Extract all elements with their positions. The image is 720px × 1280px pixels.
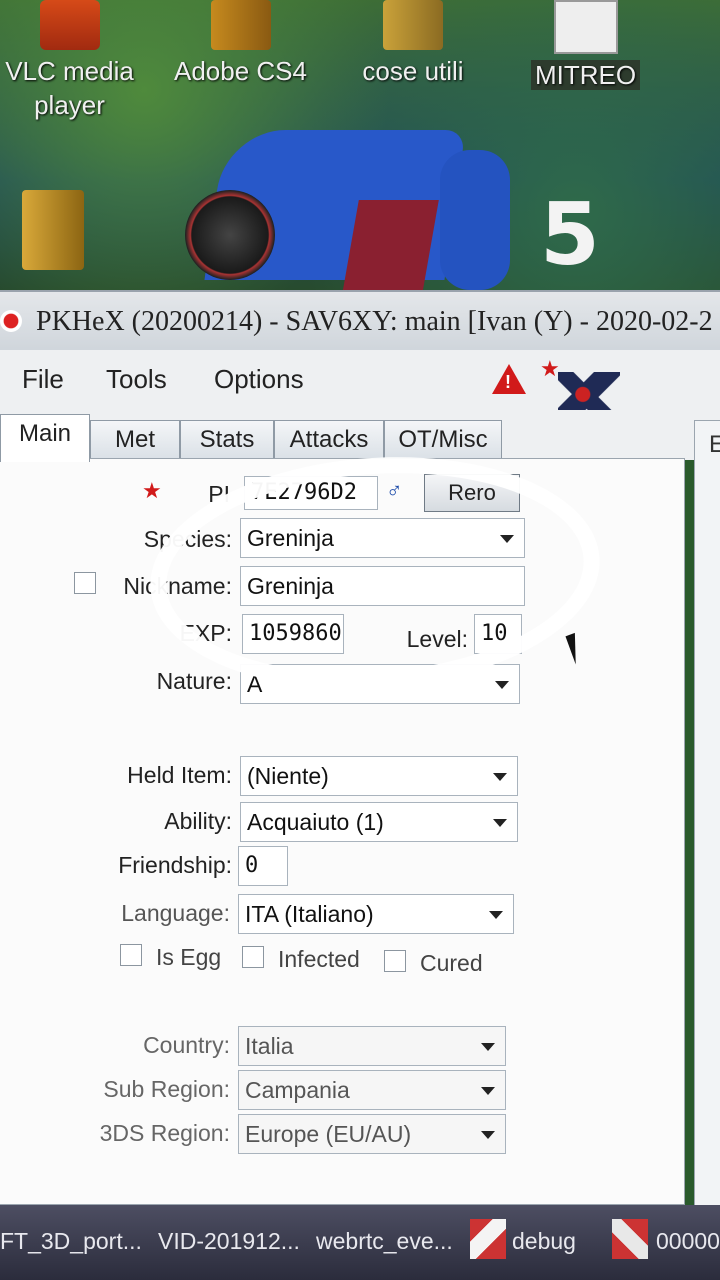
chevron-down-icon: [481, 1087, 495, 1095]
chevron-down-icon: [481, 1131, 495, 1139]
country-label: Country:: [143, 1032, 230, 1058]
nature-label: Nature:: [156, 668, 232, 694]
warning-exclamation-icon: !: [505, 372, 511, 392]
taskbar: FT_3D_port... VID-201912... webrtc_eve..…: [0, 1205, 720, 1280]
level-input[interactable]: 10: [474, 614, 522, 654]
species-value: Greninja: [247, 525, 334, 551]
cured-checkbox[interactable]: [384, 950, 406, 972]
reroll-button[interactable]: Rero: [424, 474, 520, 512]
taskbar-item[interactable]: 00000: [656, 1221, 720, 1261]
desktop-icon-adobe[interactable]: Adobe CS4: [168, 0, 313, 88]
shiny-star-icon: ★: [540, 356, 560, 381]
exp-label: EXP:: [179, 620, 232, 646]
nature-value: A: [247, 671, 263, 697]
taskbar-item[interactable]: debug: [512, 1221, 576, 1261]
right-panel: E: [694, 420, 720, 1212]
desktop-icon-label: MITREO: [530, 60, 641, 90]
chevron-down-icon: [481, 1043, 495, 1051]
taskbar-item[interactable]: VID-201912...: [158, 1221, 300, 1261]
desktop-icon-label: Adobe CS4: [174, 56, 307, 86]
taskbar-item[interactable]: FT_3D_port...: [0, 1221, 142, 1261]
folder-icon[interactable]: [22, 190, 84, 270]
taskbar-item[interactable]: webrtc_eve...: [316, 1221, 453, 1261]
debug-icon: [470, 1219, 506, 1259]
is-egg-label: Is Egg: [156, 944, 222, 970]
language-label: Language:: [121, 900, 230, 926]
language-value: ITA (Italiano): [245, 901, 374, 927]
level-label: Level:: [406, 626, 468, 652]
cured-label: Cured: [420, 950, 483, 976]
folder-icon: [210, 0, 271, 50]
nature-select[interactable]: A: [240, 664, 520, 704]
desktop: 5 VLC media player Adobe CS4 cose utili …: [0, 0, 720, 300]
infected-label: Infected: [278, 946, 360, 972]
menu-options[interactable]: Options: [214, 364, 304, 395]
window-title: PKHeX (20200214) - SAV6XY: main [Ivan (Y…: [36, 306, 713, 337]
tab-stats[interactable]: Stats: [180, 420, 274, 458]
nickname-label: Nickname:: [123, 573, 232, 599]
held-item-value: (Niente): [247, 763, 329, 789]
country-select[interactable]: Italia: [238, 1026, 506, 1066]
sub-region-value: Campania: [245, 1077, 350, 1103]
ability-select[interactable]: Acquaiuto (1): [240, 802, 518, 842]
right-panel-label: E: [709, 431, 720, 458]
male-gender-icon[interactable]: ♂: [386, 478, 403, 504]
nickname-input[interactable]: Greninja: [240, 566, 525, 606]
pid-label: PI: [208, 481, 230, 507]
chevron-down-icon: [493, 819, 507, 827]
region-3ds-select[interactable]: Europe (EU/AU): [238, 1114, 506, 1154]
document-icon: [553, 0, 618, 54]
desktop-icon-label: player: [34, 90, 105, 120]
desktop-icon-cose-utili[interactable]: cose utili: [348, 0, 478, 88]
menu-tools[interactable]: Tools: [106, 364, 167, 395]
nickname-checkbox[interactable]: [74, 572, 96, 594]
chevron-down-icon: [489, 911, 503, 919]
chevron-down-icon: [495, 681, 509, 689]
pid-field[interactable]: 7E2796D2: [244, 476, 378, 510]
vlc-icon: [39, 0, 100, 50]
region-3ds-value: Europe (EU/AU): [245, 1121, 412, 1147]
desktop-icon-label: cose utili: [362, 56, 464, 86]
infected-checkbox[interactable]: [242, 946, 264, 968]
exp-input[interactable]: 1059860: [242, 614, 344, 654]
species-select[interactable]: Greninja: [240, 518, 525, 558]
menu-file[interactable]: File: [22, 364, 64, 395]
tab-main[interactable]: Main: [0, 414, 90, 462]
friendship-input[interactable]: 0: [238, 846, 288, 886]
tab-met[interactable]: Met: [90, 420, 180, 458]
desktop-icon-label: VLC media: [5, 56, 134, 86]
sub-region-label: Sub Region:: [103, 1076, 230, 1102]
held-item-label: Held Item:: [127, 762, 232, 788]
desktop-icon-vlc[interactable]: VLC media player: [2, 0, 137, 122]
pokeball-icon[interactable]: [0, 310, 22, 332]
shiny-star-icon[interactable]: ★: [142, 478, 162, 504]
country-value: Italia: [245, 1033, 294, 1059]
ability-label: Ability:: [164, 808, 232, 834]
is-egg-checkbox[interactable]: [120, 944, 142, 966]
chevron-down-icon: [493, 773, 507, 781]
tab-attacks[interactable]: Attacks: [274, 420, 384, 458]
friendship-label: Friendship:: [118, 852, 232, 878]
tab-strip: Main Met Stats Attacks OT/Misc: [0, 410, 720, 462]
ability-value: Acquaiuto (1): [247, 809, 384, 835]
sub-region-select[interactable]: Campania: [238, 1070, 506, 1110]
chevron-down-icon: [500, 535, 514, 543]
wallpaper-number: 5: [540, 185, 600, 285]
species-label: Species:: [143, 526, 232, 552]
disk-icon[interactable]: [185, 190, 275, 280]
folder-icon: [383, 0, 443, 50]
wallpaper-shape: [440, 150, 510, 290]
desktop-icon-mitreo[interactable]: MITREO: [528, 0, 643, 92]
window-titlebar[interactable]: PKHeX (20200214) - SAV6XY: main [Ivan (Y…: [0, 290, 720, 352]
language-select[interactable]: ITA (Italiano): [238, 894, 514, 934]
tab-ot-misc[interactable]: OT/Misc: [384, 420, 502, 458]
held-item-select[interactable]: (Niente): [240, 756, 518, 796]
region-3ds-label: 3DS Region:: [99, 1120, 230, 1146]
wallpaper-shape: [341, 200, 439, 300]
app-icon: [612, 1219, 648, 1259]
